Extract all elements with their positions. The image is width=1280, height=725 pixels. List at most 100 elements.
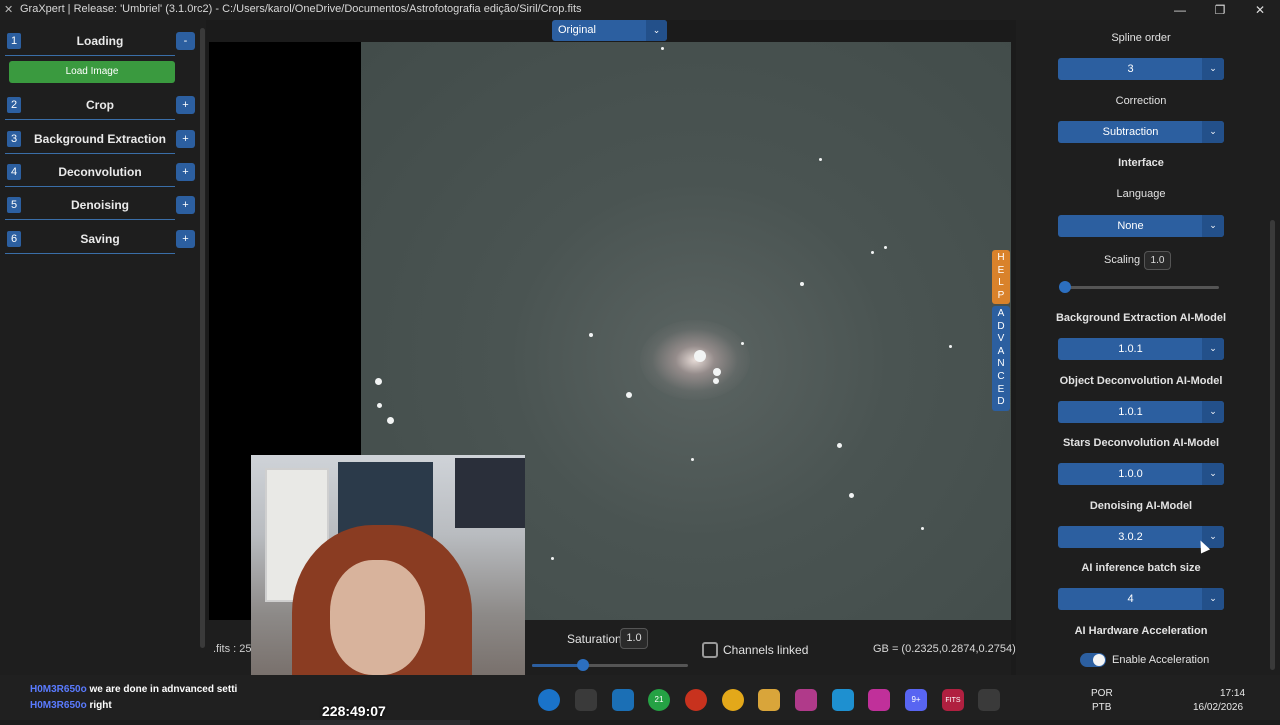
star: [884, 246, 887, 249]
channels-linked-label: Channels linked: [723, 643, 809, 657]
step-label: Deconvolution: [58, 165, 142, 179]
interface-heading: Interface: [1118, 157, 1164, 169]
obj-deconv-label: Object Deconvolution AI-Model: [1059, 375, 1223, 387]
chrome-icon[interactable]: [722, 689, 744, 711]
chat-line: H0M3R650o we are done in adnvanced setti: [30, 684, 237, 695]
bg-model-label: Background Extraction AI-Model: [1055, 312, 1227, 324]
bg-model-dropdown[interactable]: 1.0.1 ⌄: [1058, 338, 1224, 360]
scaling-value-field[interactable]: 1.0: [1144, 251, 1171, 270]
app-icon[interactable]: [832, 689, 854, 711]
chevron-down-icon[interactable]: ⌄: [1202, 121, 1224, 143]
scaling-slider-track[interactable]: [1062, 286, 1219, 289]
saturation-slider-fill: [532, 664, 583, 667]
enable-acceleration-label: Enable Acceleration: [1112, 654, 1210, 666]
step-label: Saving: [80, 232, 120, 246]
step-deconvolution[interactable]: 4 Deconvolution +: [5, 156, 195, 187]
minimize-button[interactable]: —: [1160, 1, 1200, 19]
help-letter: P: [997, 289, 1005, 301]
chat-username: H0M3R650o: [30, 684, 87, 695]
language-dropdown[interactable]: None ⌄: [1058, 215, 1224, 237]
chevron-down-icon[interactable]: ⌄: [1202, 215, 1224, 237]
graxpert-taskbar-icon[interactable]: [978, 689, 1000, 711]
fits-label: FITS: [945, 697, 961, 704]
fits-viewer-icon[interactable]: FITS: [942, 689, 964, 711]
saturation-slider-handle[interactable]: [577, 659, 589, 671]
saturation-label: Saturation: [567, 632, 622, 646]
right-scrollbar[interactable]: [1270, 220, 1275, 670]
star: [871, 251, 874, 254]
whatsapp-icon[interactable]: 21: [648, 689, 670, 711]
close-button[interactable]: ✕: [1240, 1, 1280, 19]
advanced-letter: D: [997, 396, 1005, 408]
store-icon[interactable]: [575, 689, 597, 711]
app-icon[interactable]: [868, 689, 890, 711]
system-date[interactable]: 16/02/2026: [1193, 702, 1243, 713]
step-number: 6: [7, 231, 21, 247]
step-background-extraction[interactable]: 3 Background Extraction +: [5, 123, 195, 154]
star: [713, 368, 721, 376]
collapse-toggle[interactable]: -: [176, 32, 195, 50]
chevron-down-icon[interactable]: ⌄: [1202, 463, 1224, 485]
chevron-down-icon[interactable]: ⌄: [646, 20, 667, 41]
expand-toggle[interactable]: +: [176, 96, 195, 114]
language-indicator-bottom[interactable]: PTB: [1092, 702, 1111, 713]
language-indicator-top[interactable]: POR: [1091, 688, 1113, 699]
app-icon[interactable]: [612, 689, 634, 711]
stars-deconv-dropdown[interactable]: 1.0.0 ⌄: [1058, 463, 1224, 485]
batch-size-dropdown[interactable]: 4 ⌄: [1058, 588, 1224, 610]
step-saving[interactable]: 6 Saving +: [5, 223, 195, 254]
expand-toggle[interactable]: +: [176, 196, 195, 214]
advanced-letter: N: [997, 358, 1005, 370]
webcam-poster: [455, 458, 525, 528]
toggle-knob[interactable]: [1093, 654, 1105, 666]
star: [377, 403, 382, 408]
expand-toggle[interactable]: +: [176, 130, 195, 148]
system-clock[interactable]: 17:14: [1220, 688, 1245, 699]
step-label: Crop: [86, 98, 114, 112]
expand-toggle[interactable]: +: [176, 230, 195, 248]
stars-deconv-label: Stars Deconvolution AI-Model: [1062, 437, 1220, 449]
correction-value: Subtraction: [1102, 126, 1159, 138]
step-number: 4: [7, 164, 21, 180]
file-explorer-icon[interactable]: [758, 689, 780, 711]
star: [387, 417, 394, 424]
discord-icon[interactable]: 9+: [905, 689, 927, 711]
file-info: .fits : 25: [213, 643, 252, 655]
channels-linked-checkbox[interactable]: [702, 642, 718, 658]
chat-message: right: [89, 700, 112, 711]
edge-browser-icon[interactable]: [538, 689, 560, 711]
language-value: None: [1117, 220, 1144, 232]
step-loading[interactable]: 1 Loading -: [5, 25, 195, 56]
advanced-tab[interactable]: A D V A N C E D: [992, 306, 1010, 411]
opera-icon[interactable]: [685, 689, 707, 711]
obj-deconv-dropdown[interactable]: 1.0.1 ⌄: [1058, 401, 1224, 423]
star: [691, 458, 694, 461]
hw-accel-label: AI Hardware Acceleration: [1074, 625, 1208, 637]
stars-deconv-value: 1.0.0: [1118, 468, 1143, 480]
app-icon[interactable]: [795, 689, 817, 711]
step-label: Loading: [76, 34, 124, 48]
step-denoising[interactable]: 5 Denoising +: [5, 189, 195, 220]
correction-dropdown[interactable]: Subtraction ⌄: [1058, 121, 1224, 143]
display-mode-value: Original: [558, 24, 596, 36]
batch-size-value: 4: [1127, 593, 1134, 605]
help-tab[interactable]: H E L P: [992, 250, 1010, 304]
taskbar: [0, 675, 1280, 720]
step-crop[interactable]: 2 Crop +: [5, 89, 195, 120]
scaling-slider-handle[interactable]: [1059, 281, 1071, 293]
star: [589, 333, 593, 337]
expand-toggle[interactable]: +: [176, 163, 195, 181]
chevron-down-icon[interactable]: ⌄: [1202, 588, 1224, 610]
load-image-button[interactable]: Load Image: [9, 61, 175, 83]
display-mode-dropdown[interactable]: Original ⌄: [552, 20, 667, 41]
saturation-value-field[interactable]: 1.0: [620, 628, 648, 649]
advanced-letter: A: [997, 308, 1005, 319]
spline-order-value: 3: [1127, 63, 1134, 75]
chevron-down-icon[interactable]: ⌄: [1202, 58, 1224, 80]
maximize-button[interactable]: ❐: [1200, 1, 1240, 19]
chevron-down-icon[interactable]: ⌄: [1202, 338, 1224, 360]
left-scrollbar[interactable]: [200, 28, 205, 648]
spline-order-dropdown[interactable]: 3 ⌄: [1058, 58, 1224, 80]
denoise-model-value: 3.0.2: [1118, 531, 1143, 543]
chevron-down-icon[interactable]: ⌄: [1202, 401, 1224, 423]
